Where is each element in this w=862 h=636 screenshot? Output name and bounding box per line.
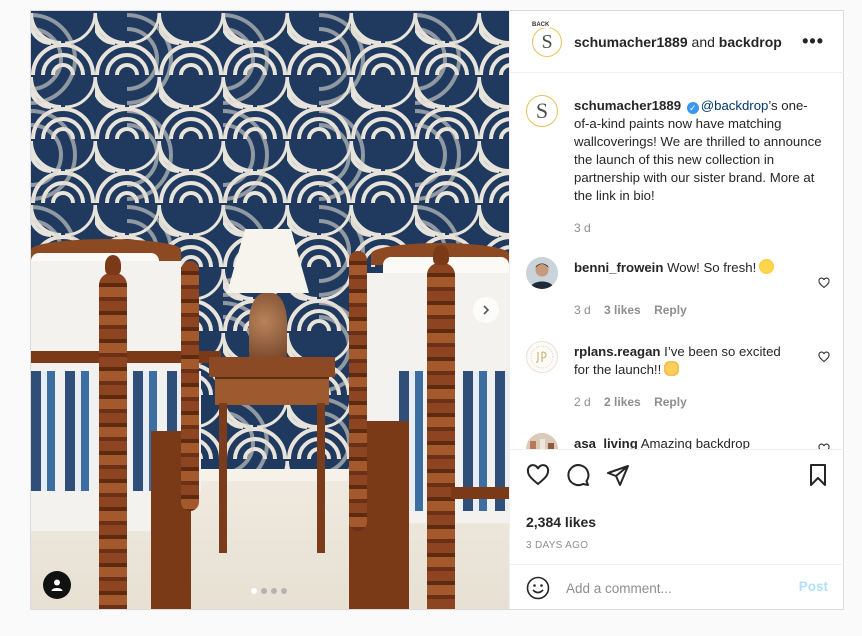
author-joiner: and [691,34,715,50]
comment-username[interactable]: benni_frowein [574,260,663,275]
profile-photo-icon [526,433,558,449]
comment-composer: Post [510,564,844,610]
caption-avatar[interactable]: S [526,95,558,127]
comment-age[interactable]: 2 d [574,395,591,409]
left-post-finial [105,255,121,275]
coauthor-username[interactable]: backdrop [719,34,782,50]
comment-likes[interactable]: 2 likes [604,395,641,409]
tagged-users-button[interactable] [43,571,71,599]
post-actions: 2,384 likes 3 DAYS AGO Post [510,449,844,610]
emoji-smile-icon[interactable] [526,576,550,600]
caption-age[interactable]: 3 d [574,221,591,235]
raising-hands-emoji-icon [664,361,680,376]
caption-mention[interactable]: @backdrop [701,98,769,113]
commenter-avatar[interactable] [526,341,558,373]
right-bed-post-back [349,251,367,531]
likes-count[interactable]: 2,384 likes [526,514,596,530]
chevron-right-icon [483,305,490,315]
save-bookmark-icon[interactable] [806,463,830,487]
post-date[interactable]: 3 DAYS AGO [526,540,588,551]
reply-button[interactable]: Reply [654,395,687,409]
avatar-badge: BACK [531,22,551,28]
nightstand-drawer [215,377,329,405]
carousel-dot [281,588,287,594]
add-comment-input[interactable] [564,578,788,598]
comment-username[interactable]: rplans.reagan [574,344,661,359]
verified-badge-icon: ✓ [686,102,699,114]
post-comment-button[interactable]: Post [799,579,828,594]
left-bed-post-front [99,273,127,609]
comment-2-meta: 2 d 2 likes Reply [574,395,697,409]
right-bed-rail [451,487,509,499]
commenter-avatar[interactable] [526,433,558,449]
carousel-dot [251,588,257,594]
comment-3: asa_living Amazing backdrop [574,435,794,449]
comment-bubble-icon[interactable] [566,463,590,487]
comment-2: rplans.reagan I’ve been so excited for t… [574,343,794,379]
carousel-indicator [251,588,287,594]
like-comment-heart-icon[interactable] [818,277,830,289]
like-comment-heart-icon[interactable] [818,351,830,363]
caption-meta: 3 d [574,221,601,235]
comment-likes[interactable]: 3 likes [604,303,641,317]
comment-1: benni_frowein Wow! So fresh! [574,259,794,277]
carousel-next-button[interactable] [473,297,499,323]
carousel-dot [261,588,267,594]
nightstand-leg [317,403,325,553]
author-avatar[interactable]: BACK S [531,22,562,57]
star-struck-emoji-icon [759,259,775,274]
profile-photo-icon [526,257,558,289]
left-bed-post-back [181,261,199,511]
like-heart-icon[interactable] [526,463,550,487]
commenter-avatar[interactable] [526,257,558,289]
nightstand-top [209,357,335,377]
caption-username[interactable]: schumacher1889 [574,98,681,113]
comment-text: Amazing backdrop [640,436,750,449]
user-icon [51,579,63,591]
comment-username[interactable]: asa_living [574,436,638,449]
comment-age[interactable]: 3 d [574,303,591,317]
comment-text: Wow! So fresh! [667,260,757,275]
nightstand-leg [219,403,227,553]
post-card: BACK S schumacher1889 and backdrop ••• S… [30,10,844,610]
avatar-letter: S [541,30,553,53]
monogram-logo-icon [530,345,554,369]
right-post-finial [433,245,449,265]
avatar-letter: S [535,98,549,123]
post-image[interactable] [31,11,509,609]
post-header: BACK S schumacher1889 and backdrop ••• [510,11,844,73]
comment-1-meta: 3 d 3 likes Reply [574,303,697,317]
post-sidebar: BACK S schumacher1889 and backdrop ••• S… [509,11,844,609]
comments-section[interactable]: S schumacher1889 ✓ @backdrop’s one-of-a-k… [510,73,844,449]
lamp-base [249,293,287,365]
carousel-dot [271,588,277,594]
caption-text: ’s one-of-a-kind paints now have matchin… [574,98,822,203]
post-authors: schumacher1889 and backdrop [574,34,782,50]
author-username[interactable]: schumacher1889 [574,34,688,50]
post-caption: schumacher1889 ✓ @backdrop’s one-of-a-kin… [574,97,822,205]
reply-button[interactable]: Reply [654,303,687,317]
right-bed-post-front [427,263,455,609]
share-paper-plane-icon[interactable] [606,463,630,487]
more-options-icon[interactable]: ••• [802,31,824,52]
